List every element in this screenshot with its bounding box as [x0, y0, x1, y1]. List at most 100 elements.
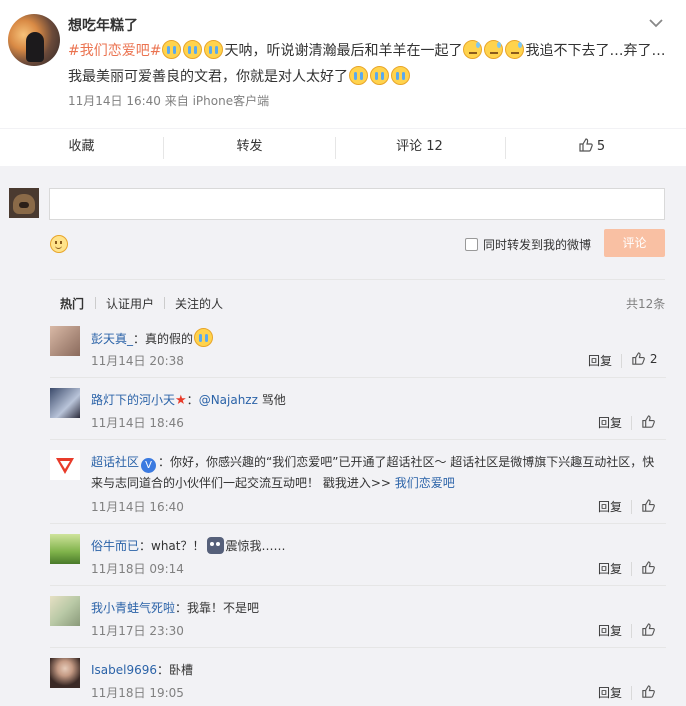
- comment-item: Isabel9696：卧槽 11月18日 19:05 回复: [50, 648, 666, 706]
- comment-button[interactable]: 评论 12: [338, 129, 501, 167]
- commenter-avatar[interactable]: [50, 388, 80, 418]
- cry-emoji-icon: [391, 66, 410, 85]
- comment-text: ：what？！: [139, 539, 205, 553]
- star-badge-icon: ★: [175, 393, 187, 408]
- filter-hot[interactable]: 热门: [60, 295, 84, 312]
- reply-button[interactable]: 回复: [588, 352, 612, 369]
- comment-item: 彭天真_：真的假的 11月14日 20:38 回复 2: [50, 316, 666, 378]
- reply-button[interactable]: 回复: [598, 684, 622, 701]
- cry-emoji-icon: [204, 40, 224, 59]
- divider: [505, 137, 506, 159]
- divider: [164, 297, 165, 309]
- author-avatar[interactable]: [8, 14, 60, 66]
- thumb-up-icon[interactable]: [641, 498, 656, 513]
- reply-button[interactable]: 回复: [598, 560, 622, 577]
- comment-text: ：真的假的: [133, 332, 194, 346]
- commenter-name[interactable]: 我小青蛙气死啦: [91, 601, 175, 615]
- my-avatar[interactable]: [9, 188, 39, 218]
- filter-verified-users[interactable]: 认证用户: [106, 295, 154, 312]
- post-action-bar: 收藏 转发 评论 12 5: [0, 128, 686, 166]
- commenter-avatar[interactable]: [50, 596, 80, 626]
- divider: [631, 562, 632, 576]
- collect-button[interactable]: 收藏: [0, 129, 163, 167]
- verified-v-icon: V: [141, 458, 157, 473]
- sweat-emoji-icon: [463, 40, 483, 59]
- comment-text-continued: 震惊我……: [225, 539, 286, 553]
- comment-body: 彭天真_：真的假的: [91, 328, 666, 349]
- comment-body: 路灯下的河小天★：@Najahzz 骂他: [91, 393, 286, 408]
- divider: [631, 686, 632, 700]
- cry-emoji-icon: [183, 40, 203, 59]
- forward-checkbox[interactable]: [465, 238, 478, 251]
- comment-text: 骂他: [261, 393, 286, 407]
- super-topic-logo-icon[interactable]: [50, 450, 80, 480]
- thumb-up-icon[interactable]: [641, 414, 656, 429]
- comment-like-button[interactable]: 2: [631, 351, 657, 366]
- post-hashtag[interactable]: #我们恋爱吧#: [68, 43, 161, 59]
- reply-button[interactable]: 回复: [598, 498, 622, 515]
- divider: [335, 137, 336, 159]
- emoji-picker-icon[interactable]: [50, 235, 68, 253]
- comment-time: 11月18日 19:05: [91, 686, 184, 700]
- post-time[interactable]: 11月14日 16:40: [68, 94, 161, 108]
- sweat-emoji-icon: [505, 40, 525, 59]
- divider: [50, 279, 665, 280]
- comment-time: 11月14日 16:40: [91, 500, 184, 514]
- post-meta: 11月14日 16:40 来自 iPhone客户端: [68, 92, 269, 109]
- comment-body: Isabel9696：卧槽: [91, 660, 666, 680]
- like-button[interactable]: 5: [510, 129, 673, 167]
- comment-item: 我小青蛙气死啦：我靠！不是吧 11月17日 23:30 回复: [50, 586, 666, 648]
- reply-button[interactable]: 回复: [598, 414, 622, 431]
- comment-item: 路灯下的河小天★：@Najahzz 骂他 11月14日 18:46 回复: [50, 378, 666, 440]
- thumb-up-icon[interactable]: [641, 560, 656, 575]
- comment-text: ：卧槽: [157, 663, 194, 677]
- commenter-avatar[interactable]: [50, 326, 80, 356]
- submit-comment-button[interactable]: 评论: [604, 229, 665, 257]
- comment-body: 我小青蛙气死啦：我靠！不是吧: [91, 598, 666, 618]
- commenter-name[interactable]: 彭天真_: [91, 332, 133, 346]
- forward-checkbox-label[interactable]: 同时转发到我的微博: [483, 236, 591, 253]
- weibo-post: 想吃年糕了 #我们恋爱吧# 天呐，听说谢清瀚最后和羊羊在一起了 我追不下去了…弃了……: [0, 0, 686, 128]
- commenter-name[interactable]: 路灯下的河小天: [91, 393, 175, 407]
- comment-text: ：我靠！不是吧: [175, 601, 260, 615]
- comment-text: ：你好，你感兴趣的“我们恋爱吧”已开通了超话社区～ 超话社区是微博旗下兴趣互动社…: [91, 455, 655, 490]
- comment-section: 同时转发到我的微博 评论 热门 认证用户 关注的人 共12条 彭天真_：真的假的…: [0, 166, 686, 706]
- thumb-up-icon[interactable]: [641, 684, 656, 699]
- post-text-part1: 天呐，听说谢清瀚最后和羊羊在一起了: [224, 43, 463, 59]
- commenter-name[interactable]: Isabel9696: [91, 663, 157, 677]
- mention-link[interactable]: @Najahzz: [199, 393, 258, 407]
- comment-time: 11月17日 23:30: [91, 624, 184, 638]
- divider: [621, 354, 622, 368]
- thumb-up-icon[interactable]: [641, 622, 656, 637]
- shocked-emoji-icon: [206, 537, 224, 554]
- comment-input[interactable]: [49, 188, 665, 220]
- commenter-avatar[interactable]: [50, 658, 80, 688]
- topic-link[interactable]: 我们恋爱吧: [395, 476, 455, 490]
- filter-following[interactable]: 关注的人: [175, 295, 223, 312]
- sweat-emoji-icon: [484, 40, 504, 59]
- comment-body: 俗牛而已：what？！ 震惊我……: [91, 536, 666, 556]
- cry-emoji-icon: [194, 328, 214, 347]
- comment-time: 11月14日 20:38: [91, 354, 184, 368]
- forward-button[interactable]: 转发: [168, 129, 331, 167]
- thumb-up-icon: [632, 352, 645, 365]
- post-text: #我们恋爱吧# 天呐，听说谢清瀚最后和羊羊在一起了 我追不下去了…弃了…我最美丽可爱…: [68, 38, 668, 90]
- like-count: 5: [596, 139, 606, 154]
- comment-like-count: 2: [649, 352, 658, 366]
- comment-time: 11月18日 09:14: [91, 562, 184, 576]
- comment-total: 共12条: [626, 297, 666, 311]
- post-source[interactable]: 来自 iPhone客户端: [165, 94, 269, 108]
- comment-time: 11月14日 18:46: [91, 416, 184, 430]
- commenter-avatar[interactable]: [50, 534, 80, 564]
- forward-label: 转发: [236, 139, 263, 154]
- commenter-name[interactable]: 超话社区: [91, 455, 139, 469]
- commenter-name[interactable]: 俗牛而已: [91, 539, 139, 553]
- divider: [631, 500, 632, 514]
- author-name[interactable]: 想吃年糕了: [68, 15, 138, 35]
- chevron-down-icon[interactable]: [647, 14, 665, 32]
- comment-item: 超话社区 V ：你好，你感兴趣的“我们恋爱吧”已开通了超话社区～ 超话社区是微博旗下…: [50, 440, 666, 524]
- reply-button[interactable]: 回复: [598, 622, 622, 639]
- divider: [95, 297, 96, 309]
- divider: [163, 137, 164, 159]
- cry-emoji-icon: [370, 66, 389, 85]
